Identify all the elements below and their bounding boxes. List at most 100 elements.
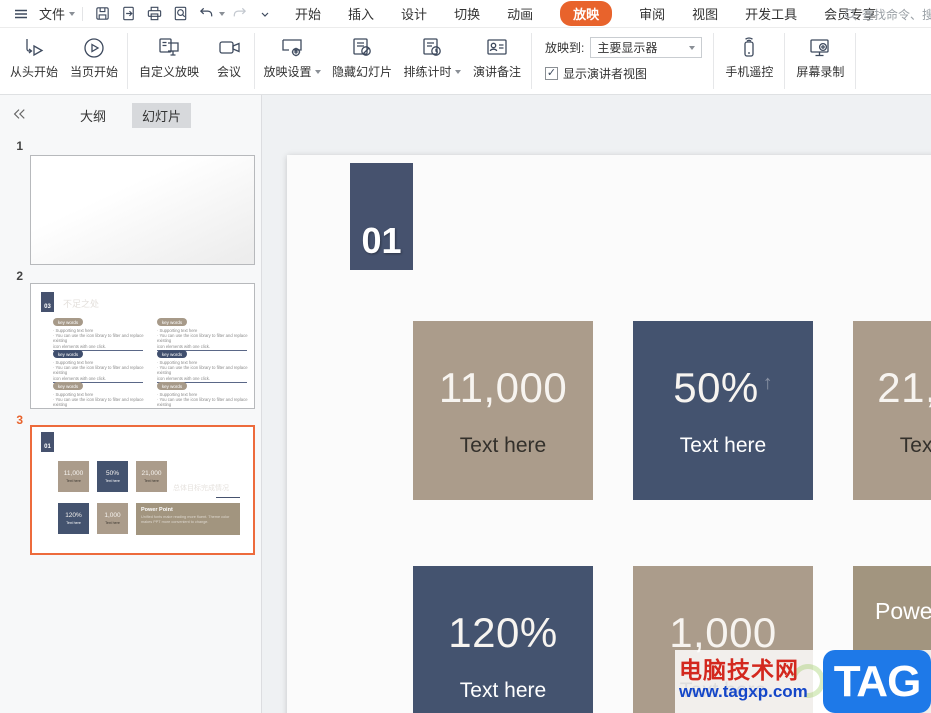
display-target-group: 放映到: 主要显示器 ✓ 显示演讲者视图 (535, 28, 710, 82)
redo-icon[interactable] (227, 3, 251, 25)
show-settings-button[interactable]: 放映设置 (258, 28, 326, 80)
mini-powerpoint-box: Power Point Unified fonts make reading m… (136, 503, 240, 535)
speaker-notes-button[interactable]: 演讲备注 (466, 28, 528, 80)
stat-caption: Text here (459, 678, 547, 702)
phone-remote-button[interactable]: 手机遥控 (717, 28, 781, 80)
watermark-site-url: www.tagxp.com (679, 682, 808, 701)
chevron-down-icon (219, 11, 226, 16)
divider (127, 33, 128, 89)
rehearse-timing-label: 排练计时 (403, 65, 452, 79)
powerpoint-title: Power Point (141, 507, 173, 513)
phone-remote-icon (744, 37, 754, 57)
tab-slides[interactable]: 幻灯片 (132, 102, 192, 128)
hamburger-menu-icon[interactable] (9, 3, 33, 25)
search-command-box[interactable]: 查找命令、搜 (843, 0, 931, 28)
chevron-down-icon (314, 69, 321, 74)
section-number-badge[interactable]: 01 (350, 163, 413, 270)
slide-number: 2 (16, 269, 23, 283)
show-settings-label: 放映设置 (263, 65, 312, 79)
tab-review[interactable]: 审阅 (639, 4, 665, 23)
slide-thumb-row-2: 2 03 不足之处 key words · Supporting text he… (0, 265, 261, 409)
chevron-down-icon (69, 11, 76, 16)
tab-insert[interactable]: 插入 (348, 4, 374, 23)
stat-box-120pct[interactable]: 120% Text here (413, 566, 593, 713)
divider (216, 497, 240, 498)
collapse-panel-icon[interactable] (12, 107, 26, 121)
stat-caption: Text here (105, 521, 120, 525)
tab-slideshow[interactable]: 放映 (560, 1, 613, 26)
tab-transitions[interactable]: 切换 (454, 4, 480, 23)
tab-developer[interactable]: 开发工具 (745, 4, 797, 23)
slide-thumbnail-3-selected[interactable]: 01 11,000 Text here 50% Text here 21,000… (30, 425, 255, 555)
speaker-notes-icon (487, 39, 507, 55)
stat-value: 120% (448, 608, 558, 656)
screen-record-label: 屏幕录制 (796, 65, 845, 79)
tab-animations[interactable]: 动画 (507, 4, 533, 23)
display-select[interactable]: 主要显示器 (590, 37, 703, 58)
slide-editor[interactable]: 01 11,000 Text here 50% ↑ Text here 21,0… (287, 155, 931, 713)
stat-caption: Text here (899, 433, 931, 457)
play-from-start-icon (26, 39, 44, 57)
keywords-group: key words · Supporting text here · You ca… (157, 382, 249, 409)
mini-stat-box: 21,000 Text here (136, 461, 167, 492)
divider (713, 33, 715, 89)
mini-stat-box: 50% Text here (97, 461, 128, 492)
rehearse-timing-button[interactable]: 排练计时 (398, 28, 466, 80)
file-menu-button[interactable]: 文件 (39, 4, 76, 23)
play-circle-icon (84, 38, 104, 58)
stat-box-21000[interactable]: 21,000 Text here (853, 321, 931, 500)
bullet-text: · You can use the icon library to filter… (53, 333, 144, 344)
show-settings-icon (282, 39, 302, 57)
export-pdf-icon[interactable] (116, 3, 140, 25)
from-beginning-button[interactable]: 从头开始 (4, 28, 64, 80)
speaker-notes-label: 演讲备注 (472, 65, 521, 79)
custom-show-icon (159, 38, 179, 56)
powerpoint-title: Power Point (875, 598, 931, 624)
divider (855, 33, 857, 89)
tab-home[interactable]: 开始 (295, 4, 321, 23)
slideshow-toolbar: 从头开始 当页开始 自定义放映 会议 放映设置 隐藏幻灯片 排练计时 演讲备注 … (0, 28, 931, 95)
up-arrow-icon: ↑ (762, 372, 773, 394)
presenter-view-label: 显示演讲者视图 (563, 67, 648, 81)
mini-section-badge: 01 (41, 432, 54, 452)
tab-view[interactable]: 视图 (692, 4, 718, 23)
bullet-text: icon elements with one click. (157, 408, 249, 409)
slide-thumb-row-3: 3 01 11,000 Text here 50% Text here 21,0… (0, 409, 261, 555)
tab-design[interactable]: 设计 (401, 4, 427, 23)
ribbon-tabs: 开始 插入 设计 切换 动画 放映 审阅 视图 开发工具 会员专享 (295, 1, 876, 26)
meeting-button[interactable]: 会议 (207, 28, 251, 80)
bullet-text: icon elements with one click. (53, 343, 107, 349)
bullet-text: · You can use the icon library to filter… (53, 365, 144, 376)
screen-record-button[interactable]: 屏幕录制 (788, 28, 852, 80)
bullet-text: · You can use the icon library to filter… (157, 333, 248, 344)
bullet-text: icon elements with one click. (53, 375, 107, 381)
tab-outline[interactable]: 大纲 (70, 103, 116, 128)
undo-button[interactable] (194, 3, 226, 25)
custom-show-button[interactable]: 自定义放映 (131, 28, 207, 80)
save-icon[interactable] (90, 3, 114, 25)
menu-bar: 文件 开始 插入 设计 切换 动画 放映 审阅 视图 开发工具 会员专享 查找命… (0, 0, 931, 28)
stat-caption: Text here (144, 479, 159, 483)
search-icon (843, 7, 858, 22)
slide-thumbnail-1[interactable] (30, 155, 255, 265)
stat-value: 11,000 (438, 363, 568, 411)
hide-slide-button[interactable]: 隐藏幻灯片 (326, 28, 398, 80)
stat-caption: Text here (105, 479, 120, 483)
stat-value: 11,000 (63, 470, 84, 477)
bullet-text: · You can use the icon library to filter… (157, 365, 248, 376)
stat-box-11000[interactable]: 11,000 Text here (413, 321, 593, 500)
slide-canvas-area: 01 11,000 Text here 50% ↑ Text here 21,0… (262, 95, 931, 713)
presenter-view-checkbox[interactable]: ✓ (545, 67, 558, 80)
chevron-down-icon (454, 69, 461, 74)
bullet-text: icon elements with one click. (157, 343, 211, 349)
slide-thumbnail-2[interactable]: 03 不足之处 key words · Supporting text here… (30, 283, 255, 409)
screen-record-icon (810, 39, 829, 57)
powerpoint-desc: makes PPT more convenient to change. (141, 520, 209, 524)
print-preview-icon[interactable] (168, 3, 192, 25)
divider (784, 33, 786, 89)
more-commands-icon[interactable] (253, 3, 277, 25)
from-current-button[interactable]: 当页开始 (64, 28, 124, 80)
from-current-label: 当页开始 (69, 65, 118, 79)
print-icon[interactable] (142, 3, 166, 25)
stat-box-50pct[interactable]: 50% ↑ Text here (633, 321, 813, 500)
